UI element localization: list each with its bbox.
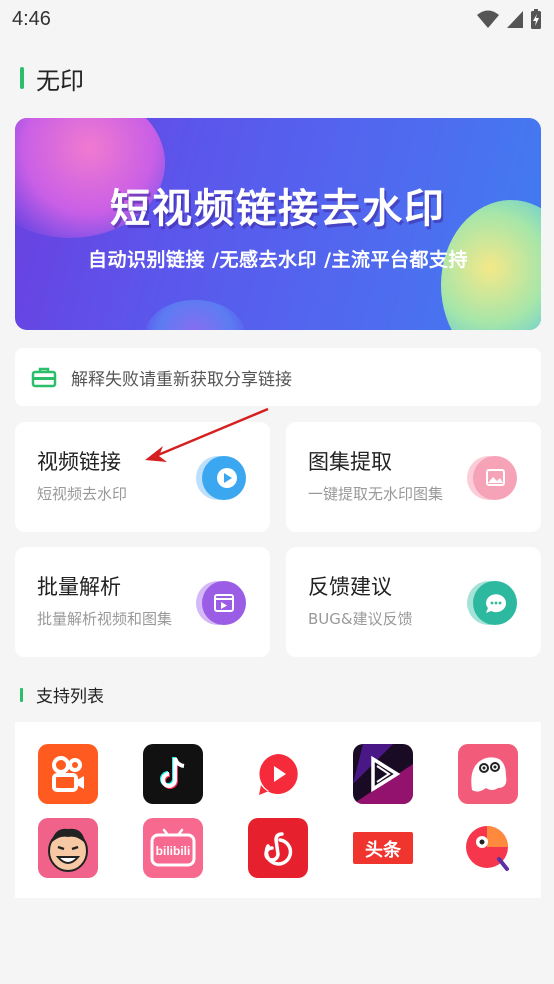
signal-icon [507, 11, 523, 28]
kuaishou-icon[interactable] [38, 744, 98, 804]
card-batch-parse[interactable]: 批量解析 批量解析视频和图集 [15, 547, 270, 657]
card-title: 视频链接 [37, 450, 121, 474]
image-icon [467, 456, 517, 500]
section-title: 支持列表 [36, 687, 104, 707]
bilibili-icon[interactable]: bilibili [143, 818, 203, 878]
weishi-icon[interactable] [248, 744, 308, 804]
wifi-icon [477, 10, 499, 28]
toutiao-icon[interactable]: 头条 [353, 818, 413, 878]
card-desc: 短视频去水印 [37, 485, 128, 503]
support-list-header: 支持列表 [20, 682, 104, 707]
video-list-icon [196, 581, 246, 625]
chat-icon [467, 581, 517, 625]
xigua-icon[interactable] [458, 818, 518, 878]
app-header: 无印 [20, 62, 84, 95]
status-bar: 4:46 [0, 0, 554, 40]
netease-music-icon[interactable] [248, 818, 308, 878]
zuiyou-icon[interactable] [38, 818, 98, 878]
status-time: 4:46 [12, 8, 51, 30]
pipixia-icon[interactable] [458, 744, 518, 804]
banner-title: 短视频链接去水印 [110, 186, 446, 232]
toolbox-icon [31, 367, 57, 388]
card-title: 批量解析 [37, 575, 121, 599]
status-icons [476, 8, 542, 30]
card-title: 反馈建议 [308, 575, 392, 599]
app-title: 无印 [36, 66, 84, 95]
header-accent-bar [20, 67, 24, 89]
haokan-icon[interactable] [353, 744, 413, 804]
card-desc: BUG&建议反馈 [308, 610, 413, 628]
card-desc: 批量解析视频和图集 [37, 610, 173, 628]
section-accent-bar [20, 687, 23, 702]
notice-bar: 解释失败请重新获取分享链接 [15, 348, 541, 406]
battery-icon [531, 9, 541, 29]
card-desc: 一键提取无水印图集 [308, 485, 444, 503]
promo-banner[interactable]: 短视频链接去水印 自动识别链接 /无感去水印 /主流平台都支持 [15, 118, 541, 330]
card-video-link[interactable]: 视频链接 短视频去水印 [15, 422, 270, 532]
card-feedback[interactable]: 反馈建议 BUG&建议反馈 [286, 547, 541, 657]
platform-grid: bilibili 头条 [15, 722, 541, 898]
bilibili-label: bilibili [156, 844, 191, 858]
play-icon [196, 456, 246, 500]
toutiao-label: 头条 [365, 839, 402, 861]
card-gallery-extract[interactable]: 图集提取 一键提取无水印图集 [286, 422, 541, 532]
douyin-icon[interactable] [143, 744, 203, 804]
notice-text: 解释失败请重新获取分享链接 [71, 369, 292, 390]
card-title: 图集提取 [308, 450, 392, 474]
banner-decoration-purple [145, 300, 245, 330]
banner-subtitle: 自动识别链接 /无感去水印 /主流平台都支持 [87, 249, 469, 271]
